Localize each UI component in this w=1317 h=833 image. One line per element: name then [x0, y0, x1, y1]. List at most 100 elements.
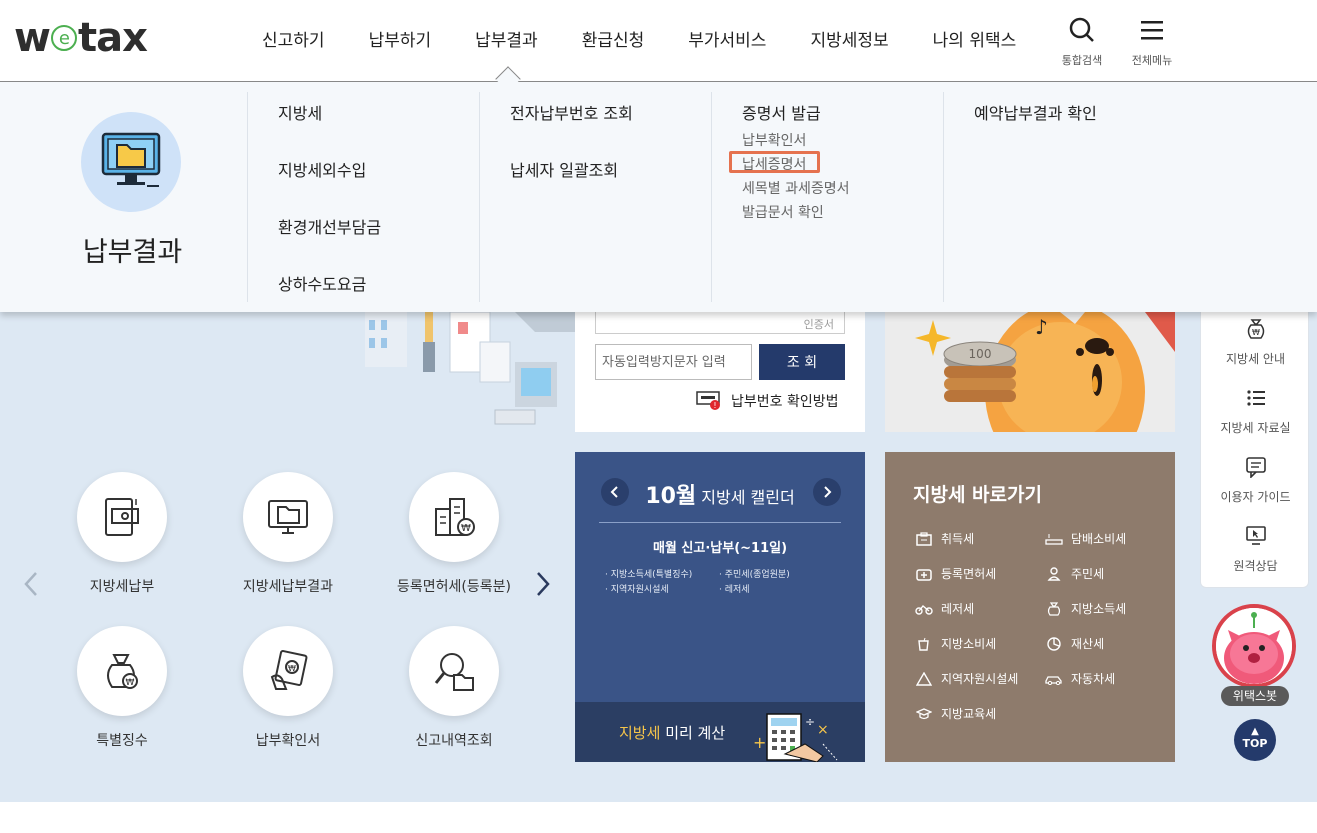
shortcut-education-tax[interactable]: 지방교육세 — [915, 705, 996, 722]
captcha-input[interactable] — [595, 344, 752, 380]
search-button[interactable]: 통합검색 — [1052, 16, 1112, 68]
wetax-logo[interactable]: w e tax — [14, 15, 148, 61]
quick-next-arrow[interactable] — [534, 570, 552, 602]
mega-sub-tax-item-certificate[interactable]: 세목별 과세증명서 — [742, 178, 943, 202]
mega-item-certificate[interactable]: 증명서 발급 — [742, 100, 943, 130]
qm-remote-support[interactable]: 원격상담 — [1201, 525, 1310, 574]
briefcase-icon — [915, 531, 933, 547]
all-menu-label: 전체메뉴 — [1131, 54, 1173, 67]
gnb-report[interactable]: 신고하기 — [262, 26, 325, 51]
quick-special-collection[interactable]: ₩ 특별징수 — [52, 626, 192, 750]
shortcut-registration-tax[interactable]: 등록면허세 — [915, 565, 996, 582]
qm-local-tax-guide[interactable]: ₩ 지방세 안내 — [1201, 318, 1310, 367]
calculator-icon: + ÷ × — [753, 713, 838, 762]
right-quick-menu: ₩ 지방세 안내 지방세 자료실 이용자 가이드 원격상담 — [1200, 312, 1309, 588]
shortcut-property-tax[interactable]: 재산세 — [1045, 635, 1104, 652]
mega-sub-issued-doc-check[interactable]: 발급문서 확인 — [742, 202, 943, 226]
receipt-won-icon: ₩ — [270, 649, 308, 690]
shortcut-local-consumption-tax[interactable]: 지방소비세 — [915, 635, 996, 652]
mega-item-env-charge[interactable]: 환경개선부담금 — [278, 214, 479, 263]
shortcut-leisure-tax[interactable]: 레저세 — [915, 600, 974, 617]
svg-text:♪: ♪ — [1035, 315, 1048, 339]
cup-icon — [915, 636, 933, 652]
shortcut-local-income-tax[interactable]: 지방소득세 — [1045, 600, 1126, 617]
quick-report-history[interactable]: 신고내역조회 — [384, 626, 524, 750]
cigarette-icon — [1045, 531, 1063, 547]
mega-col-2: 전자납부번호 조회 납세자 일괄조회 — [479, 92, 711, 302]
page: w e tax 신고하기 납부하기 납부결과 환급신청 부가서비스 지방세정보 … — [0, 0, 1317, 833]
mega-item-e-payment-number[interactable]: 전자납부번호 조회 — [510, 100, 711, 149]
chevron-left-icon — [24, 572, 37, 596]
scroll-top-button[interactable]: ▲ TOP — [1234, 719, 1276, 761]
quick-registration-license-tax[interactable]: ₩ 등록면허세(등록분) — [384, 472, 524, 596]
mega-title: 납부결과 — [82, 237, 183, 268]
gnb-my-wetax[interactable]: 나의 위택스 — [933, 26, 1017, 51]
mega-item-local-tax[interactable]: 지방세 — [278, 100, 479, 149]
quick-payment-confirmation[interactable]: ₩ 납부확인서 — [218, 626, 358, 750]
quick-label: 납부확인서 — [255, 733, 321, 749]
shortcut-tobacco-tax[interactable]: 담배소비세 — [1045, 530, 1126, 547]
calendar-item[interactable]: · 주민세(종업원분) — [719, 567, 790, 580]
car-icon — [1045, 671, 1063, 687]
svg-text:₩: ₩ — [288, 664, 296, 673]
search-icon — [1069, 17, 1094, 42]
mega-item-taxpayer-batch[interactable]: 납세자 일괄조회 — [510, 157, 711, 206]
wetax-bot-button[interactable]: 위택스봇 — [1212, 604, 1298, 706]
svg-text:+: + — [753, 733, 766, 752]
gnb-extra-service[interactable]: 부가서비스 — [688, 26, 766, 51]
pie-icon — [1045, 636, 1063, 652]
caret-up-icon: ▲ — [1251, 726, 1259, 737]
gnb-payment[interactable]: 납부하기 — [369, 26, 432, 51]
quick-local-tax-payment[interactable]: 지방세납부 — [52, 472, 192, 596]
svg-text:₩: ₩ — [1252, 328, 1260, 337]
chatbot-avatar — [1212, 604, 1296, 688]
mega-sub-payment-confirmation[interactable]: 납부확인서 — [742, 130, 943, 154]
shortcut-label: 담배소비세 — [1071, 532, 1127, 546]
logo-text-tax: tax — [77, 15, 148, 61]
logo-e-circle: e — [50, 25, 77, 51]
payment-number-lookup: 인증서 조 회 ! 납부번호 확인방법 — [575, 312, 865, 432]
gnb-refund[interactable]: 환급신청 — [582, 26, 645, 51]
gnb-local-tax-info[interactable]: 지방세정보 — [810, 26, 888, 51]
mega-col-1: 지방세 지방세외수입 환경개선부담금 상하수도요금 — [247, 92, 479, 302]
shortcut-resident-tax[interactable]: 주민세 — [1045, 565, 1104, 582]
bill-icon — [105, 498, 139, 536]
calendar-item[interactable]: · 지역자원시설세 — [605, 582, 669, 595]
payment-result-icon — [81, 112, 181, 212]
quick-local-tax-payment-result[interactable]: 지방세납부결과 — [218, 472, 358, 596]
quick-prev-arrow[interactable] — [22, 570, 40, 602]
mega-sub-tax-payment-certificate[interactable]: 납세증명서 — [742, 154, 943, 178]
graduation-cap-icon — [915, 706, 933, 722]
mega-item-water-fee[interactable]: 상하수도요금 — [278, 271, 479, 320]
qm-user-guide[interactable]: 이용자 가이드 — [1201, 456, 1310, 505]
svg-text:100: 100 — [969, 347, 992, 361]
payment-number-howto-link[interactable]: ! 납부번호 확인방법 — [695, 390, 839, 412]
city-illustration — [355, 311, 575, 442]
pre-calculation-accent: 지방세 — [619, 724, 661, 742]
shortcut-automobile-tax[interactable]: 자동차세 — [1045, 670, 1115, 687]
tax-pre-calculation-link[interactable]: 지방세 미리 계산 + ÷ × — [575, 702, 865, 762]
svg-text:!: ! — [713, 401, 716, 410]
promo-banner[interactable]: 100 ♪ — [885, 312, 1175, 432]
svg-text:₩: ₩ — [126, 678, 135, 688]
gnb-payment-result[interactable]: 납부결과 — [475, 26, 538, 51]
shortcut-label: 재산세 — [1071, 637, 1105, 651]
shortcut-acquisition-tax[interactable]: 취득세 — [915, 530, 974, 547]
chevron-right-icon — [537, 572, 550, 596]
top-label: TOP — [1242, 737, 1268, 750]
calendar-heading: 10월 지방세 캘린더 — [575, 478, 865, 510]
payment-number-field[interactable]: 인증서 — [595, 312, 845, 334]
qm-local-tax-library[interactable]: 지방세 자료실 — [1201, 387, 1310, 436]
quick-circle — [77, 472, 167, 562]
mega-item-non-tax-revenue[interactable]: 지방세외수입 — [278, 157, 479, 206]
mega-item-reserved-payment-result[interactable]: 예약납부결과 확인 — [974, 100, 1175, 149]
calendar-item[interactable]: · 지방소득세(특별징수) — [605, 567, 692, 580]
svg-text:×: × — [817, 722, 829, 738]
monitor-folder-icon — [268, 500, 308, 534]
lookup-button[interactable]: 조 회 — [759, 344, 845, 380]
shortcut-label: 자동차세 — [1071, 672, 1116, 686]
calendar-item[interactable]: · 레저세 — [719, 582, 750, 595]
all-menu-button[interactable]: 전체메뉴 — [1122, 16, 1182, 68]
shortcut-regional-resource-tax[interactable]: 지역자원시설세 — [915, 670, 1018, 687]
header: w e tax 신고하기 납부하기 납부결과 환급신청 부가서비스 지방세정보 … — [0, 0, 1317, 82]
